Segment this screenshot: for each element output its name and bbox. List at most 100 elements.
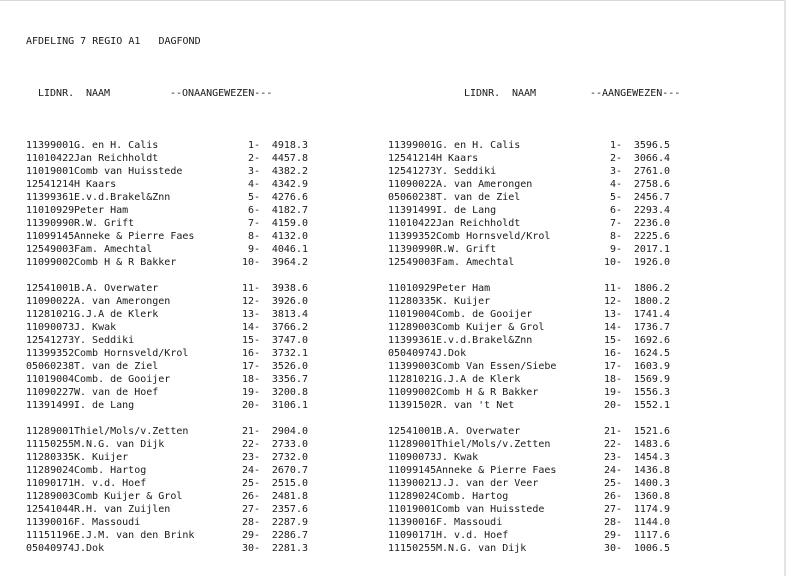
right-naam: Peter Ham (436, 283, 491, 294)
right-lidnr: 11150255 (388, 543, 437, 554)
right-rank: 24- (603, 465, 622, 476)
left-score: 3106.1 (271, 400, 308, 411)
right-lidnr: 11399003 (388, 361, 437, 372)
left-score: 4159.0 (271, 218, 308, 229)
table-row: 05040974J.Dok 30- 2281.3 11150255M.N.G. van… (26, 542, 734, 555)
right-lidnr: 05060238 (388, 192, 437, 203)
left-lidnr: 11090171 (26, 478, 75, 489)
left-score: 2281.3 (271, 543, 308, 554)
left-naam: Peter Ham (74, 205, 129, 216)
left-naam: W. van de Hoef (74, 387, 159, 398)
table-row: 11289024Comb. Hartog 24- 2670.7 11099145Ann… (26, 464, 734, 477)
right-lidnr: 11019004 (388, 309, 437, 320)
right-naam: H Kaars (436, 153, 479, 164)
right-naam: Comb Van Essen/Siebe (436, 361, 557, 372)
right-lidnr: 11390016 (388, 517, 437, 528)
left-lidnr: 11289003 (26, 491, 75, 502)
right-rank: 18- (603, 374, 622, 385)
left-score: 4182.7 (271, 205, 308, 216)
left-naam: I. de Lang (74, 400, 135, 411)
left-lidnr: 11090022 (26, 296, 75, 307)
table-row: 11390016F. Massoudi 28- 2287.9 11390016F. M… (26, 516, 734, 529)
table-row: 12541214H Kaars 4- 4342.9 11090022A. van Am… (26, 178, 734, 191)
table-row: 11019001Comb van Huisstede 3- 4382.2 125412… (26, 165, 734, 178)
right-score: 1926.0 (633, 257, 670, 268)
left-rank: 6- (247, 205, 260, 216)
left-rank: 25- (241, 478, 260, 489)
table-row: 11289001Thiel/Mols/v.Zetten 21- 2904.0 1254… (26, 425, 734, 438)
left-naam: J. Kwak (74, 322, 117, 333)
table-row: 11010422Jan Reichholdt 2- 4457.8 12541214H … (26, 152, 734, 165)
right-lidnr: 11390021 (388, 478, 437, 489)
table-row: 05060238T. van de Ziel 17- 3526.0 11399003C… (26, 360, 734, 373)
left-naam: R.H. van Zuijlen (74, 504, 171, 515)
right-naam: Comb Kuijer & Grol (436, 322, 545, 333)
left-naam: Thiel/Mols/v.Zetten (74, 426, 189, 437)
table-row: 11019004Comb. de Gooijer 18- 3356.7 1128102… (26, 373, 734, 386)
table-row: 11099145Anneke & Pierre Faes 8- 4132.0 1139… (26, 230, 734, 243)
left-score: 3926.0 (271, 296, 308, 307)
right-naam: R. van 't Net (436, 400, 515, 411)
left-rank: 24- (241, 465, 260, 476)
left-score: 3813.4 (271, 309, 308, 320)
left-lidnr: 11090073 (26, 322, 75, 333)
right-naam: Comb Hornsveld/Krol (436, 231, 551, 242)
left-lidnr: 12541001 (26, 283, 75, 294)
right-naam: Comb H & R Bakker (436, 387, 539, 398)
right-score: 1174.9 (633, 504, 670, 515)
left-naam: F. Massoudi (74, 517, 141, 528)
right-naam: B.A. Overwater (436, 426, 521, 437)
left-score: 4918.3 (271, 140, 308, 151)
left-naam: H Kaars (74, 179, 117, 190)
right-score: 1483.6 (633, 439, 670, 450)
left-lidnr: 11090227 (26, 387, 75, 398)
left-naam: G. en H. Calis (74, 140, 159, 151)
left-score: 4132.0 (271, 231, 308, 242)
right-lidnr: 11019001 (388, 504, 437, 515)
left-naam: Y. Seddiki (74, 335, 135, 346)
table-row: 11399361E.v.d.Brakel&Znn 5- 4276.6 05060238… (26, 191, 734, 204)
left-lidnr: 11289001 (26, 426, 75, 437)
right-rank: 19- (603, 387, 622, 398)
left-score: 3526.0 (271, 361, 308, 372)
table-row: 11090227W. van de Hoef 19- 3200.8 11099002C… (26, 386, 734, 399)
right-rank: 23- (603, 452, 622, 463)
left-rank: 11- (241, 283, 260, 294)
right-score: 1144.0 (633, 517, 670, 528)
left-rank: 27- (241, 504, 260, 515)
left-lidnr: 11150255 (26, 439, 75, 450)
right-lidnr: 11099145 (388, 465, 437, 476)
right-score: 3066.4 (633, 153, 670, 164)
column-header-row: LIDNR. NAAM --ONAANGEWEZEN--- LIDNR. NAAM --A… (26, 87, 734, 100)
left-rank: 2- (247, 153, 260, 164)
left-rank: 13- (241, 309, 260, 320)
right-naam: Anneke & Pierre Faes (436, 465, 557, 476)
left-naam: B.A. Overwater (74, 283, 159, 294)
right-score: 2456.7 (633, 192, 670, 203)
right-lidnr: 11010422 (388, 218, 437, 229)
left-lidnr: 11010929 (26, 205, 75, 216)
right-score: 2225.6 (633, 231, 670, 242)
right-lidnr: 11399001 (388, 140, 437, 151)
table-row: 11399352Comb Hornsveld/Krol 16- 3732.1 0504… (26, 347, 734, 360)
right-naam: Comb. de Gooijer (436, 309, 533, 320)
right-lidnr: 11391499 (388, 205, 437, 216)
right-lidnr-header: LIDNR. (464, 88, 501, 99)
right-score: 1624.5 (633, 348, 670, 359)
right-naam: M.N.G. van Dijk (436, 543, 527, 554)
table-row: 11390990R.W. Grift 7- 4159.0 11010422Jan Re… (26, 217, 734, 230)
right-score: 1741.4 (633, 309, 670, 320)
right-rank: 21- (603, 426, 622, 437)
left-naam: Comb Hornsveld/Krol (74, 348, 189, 359)
left-score: 3747.0 (271, 335, 308, 346)
right-score: 1800.2 (633, 296, 670, 307)
right-lidnr: 12541001 (388, 426, 437, 437)
right-rank: 15- (603, 335, 622, 346)
right-score: 1360.8 (633, 491, 670, 502)
right-score: 2761.0 (633, 166, 670, 177)
right-score: 1521.6 (633, 426, 670, 437)
left-score: 2904.0 (271, 426, 308, 437)
left-naam: Jan Reichholdt (74, 153, 159, 164)
left-lidnr: 05060238 (26, 361, 75, 372)
report-text: AFDELING 7 REGIO A1 DAGFOND LIDNR. NAAM --… (26, 9, 734, 568)
